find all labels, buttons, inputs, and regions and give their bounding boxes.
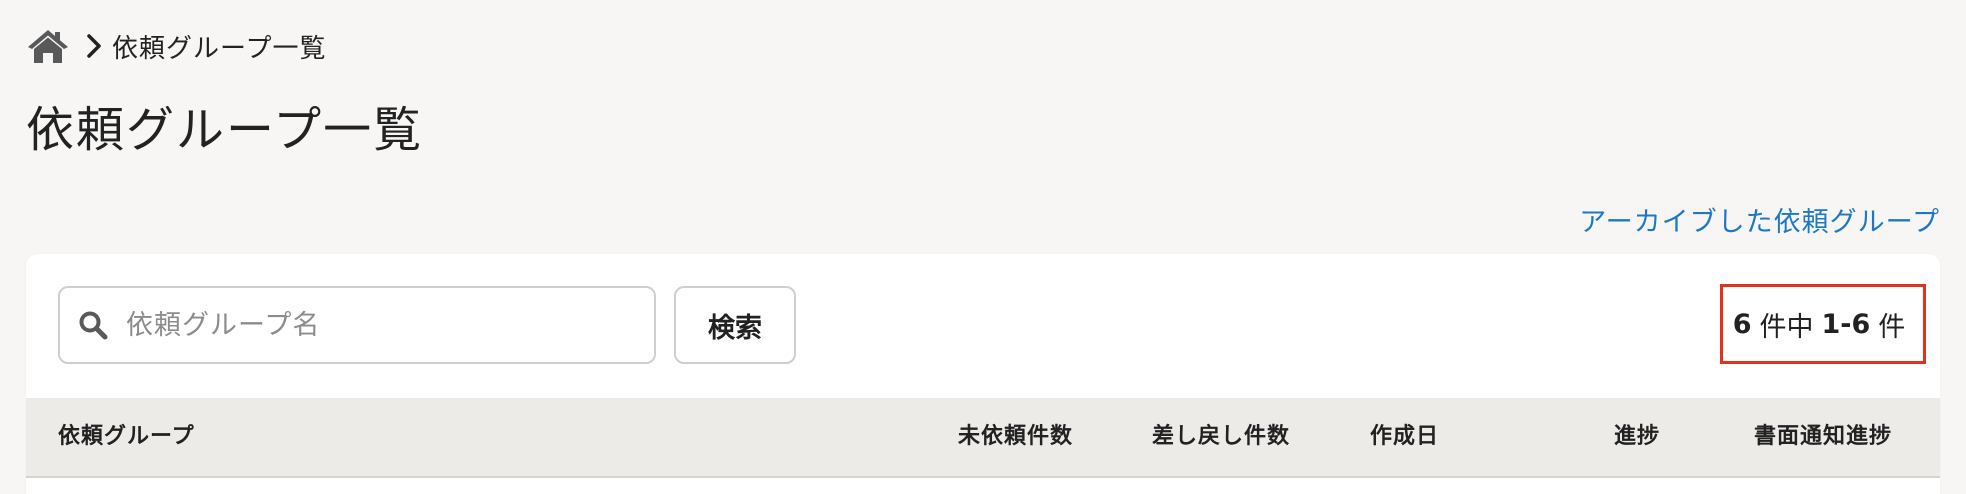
archived-groups-link[interactable]: アーカイブした依頼グループ bbox=[1579, 200, 1940, 239]
column-header-created-date[interactable]: 作成日 bbox=[1370, 398, 1439, 476]
chevron-right-icon bbox=[87, 34, 101, 58]
search-icon bbox=[79, 311, 108, 340]
column-header-returned-count[interactable]: 差し戻し件数 bbox=[1152, 398, 1290, 476]
result-total-unit: 件中 bbox=[1759, 311, 1814, 343]
column-header-progress[interactable]: 進捗 bbox=[1614, 398, 1660, 476]
search-input[interactable] bbox=[124, 308, 628, 342]
result-range: 1-6 bbox=[1821, 308, 1871, 340]
request-group-list-card: 検索 6 件中 1-6 件 依頼グループ 未依頼件数 差し戻し件数 作成日 進捗… bbox=[26, 254, 1940, 494]
page-title: 依頼グループ一覧 bbox=[26, 102, 424, 158]
page: 依頼グループ一覧 依頼グループ一覧 アーカイブした依頼グループ 検索 6 件中 … bbox=[0, 0, 1966, 494]
column-header-written-notice-progress[interactable]: 書面通知進捗 bbox=[1754, 398, 1892, 476]
column-header-unrequested-count[interactable]: 未依頼件数 bbox=[958, 398, 1073, 476]
search-button[interactable]: 検索 bbox=[674, 286, 796, 364]
result-range-unit: 件 bbox=[1878, 311, 1906, 343]
column-header-request-group[interactable]: 依頼グループ bbox=[58, 398, 195, 476]
home-icon[interactable] bbox=[26, 28, 70, 64]
breadcrumb-current: 依頼グループ一覧 bbox=[112, 33, 327, 64]
breadcrumb: 依頼グループ一覧 bbox=[26, 26, 326, 66]
table-header: 依頼グループ 未依頼件数 差し戻し件数 作成日 進捗 書面通知進捗 bbox=[26, 398, 1940, 478]
result-total: 6 bbox=[1732, 308, 1752, 340]
search-field[interactable] bbox=[58, 286, 656, 364]
result-count: 6 件中 1-6 件 bbox=[1720, 284, 1926, 364]
